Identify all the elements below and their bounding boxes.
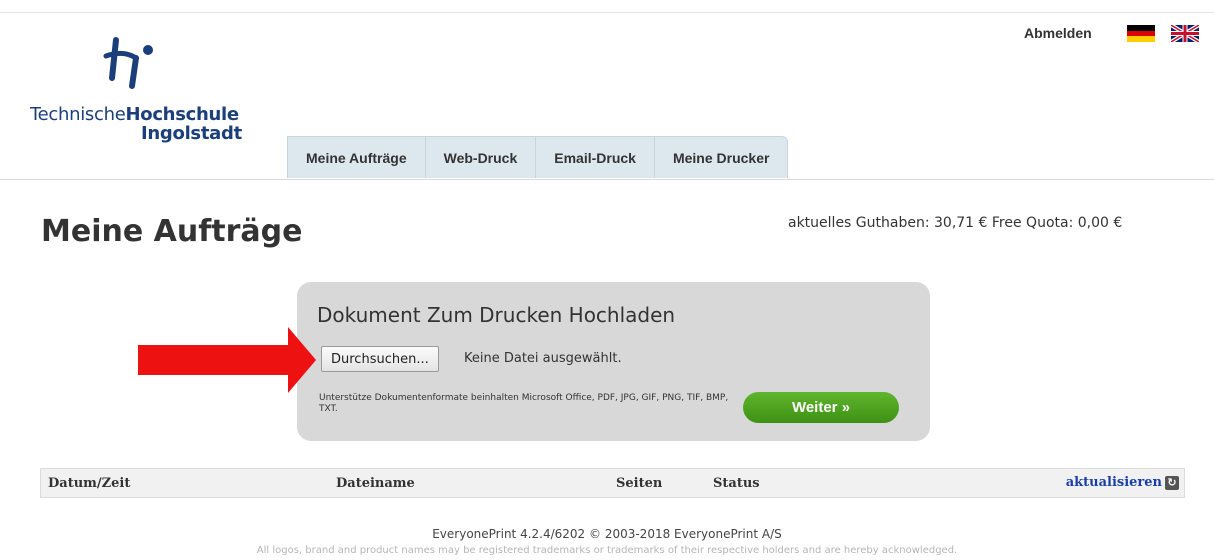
file-status-text: Keine Datei ausgewählt. xyxy=(464,351,622,366)
upload-panel: Dokument Zum Drucken Hochladen Durchsuch… xyxy=(297,282,930,441)
logo-text-line2: Ingolstadt xyxy=(141,123,242,144)
uk-flag-icon[interactable] xyxy=(1171,25,1199,42)
thi-logo-mark-icon xyxy=(103,37,153,89)
red-arrow-annotation-icon xyxy=(138,327,316,393)
logo-text-line1: TechnischeHochschule xyxy=(30,104,239,125)
upload-title: Dokument Zum Drucken Hochladen xyxy=(317,303,676,327)
column-status[interactable]: Status xyxy=(713,476,760,491)
refresh-icon[interactable]: ↻ xyxy=(1165,475,1179,490)
footer-disclaimer: All logos, brand and product names may b… xyxy=(256,545,958,556)
tab-meine-auftraege[interactable]: Meine Aufträge xyxy=(287,136,426,178)
next-button[interactable]: Weiter » xyxy=(743,392,899,423)
browse-button[interactable]: Durchsuchen... xyxy=(321,346,439,372)
refresh-link[interactable]: aktualisieren ↻ xyxy=(1066,475,1179,490)
logout-link[interactable]: Abmelden xyxy=(1024,25,1092,41)
balance-info: aktuelles Guthaben: 30,71 € Free Quota: … xyxy=(788,215,1123,231)
supported-formats-text: Unterstütze Dokumentenformate beinhalten… xyxy=(319,393,729,414)
thi-logo[interactable]: TechnischeHochschule Ingolstadt xyxy=(30,36,290,146)
top-divider xyxy=(0,12,1214,13)
tab-email-druck[interactable]: Email-Druck xyxy=(536,136,655,178)
refresh-label[interactable]: aktualisieren xyxy=(1066,475,1162,490)
page-title: Meine Aufträge xyxy=(41,214,303,249)
tab-meine-drucker[interactable]: Meine Drucker xyxy=(654,136,789,178)
footer-version: EveryonePrint 4.2.4/6202 © 2003-2018 Eve… xyxy=(432,527,782,541)
nav-divider xyxy=(0,179,1214,180)
jobs-table-header: Datum/Zeit Dateiname Seiten Status aktua… xyxy=(40,468,1185,498)
column-file-name[interactable]: Dateiname xyxy=(336,476,415,491)
column-date-time[interactable]: Datum/Zeit xyxy=(48,476,130,491)
tab-web-druck[interactable]: Web-Druck xyxy=(425,136,537,178)
main-nav-tabs: Meine Aufträge Web-Druck Email-Druck Mei… xyxy=(287,136,789,178)
column-pages[interactable]: Seiten xyxy=(616,476,662,491)
de-flag-icon[interactable] xyxy=(1127,25,1155,42)
